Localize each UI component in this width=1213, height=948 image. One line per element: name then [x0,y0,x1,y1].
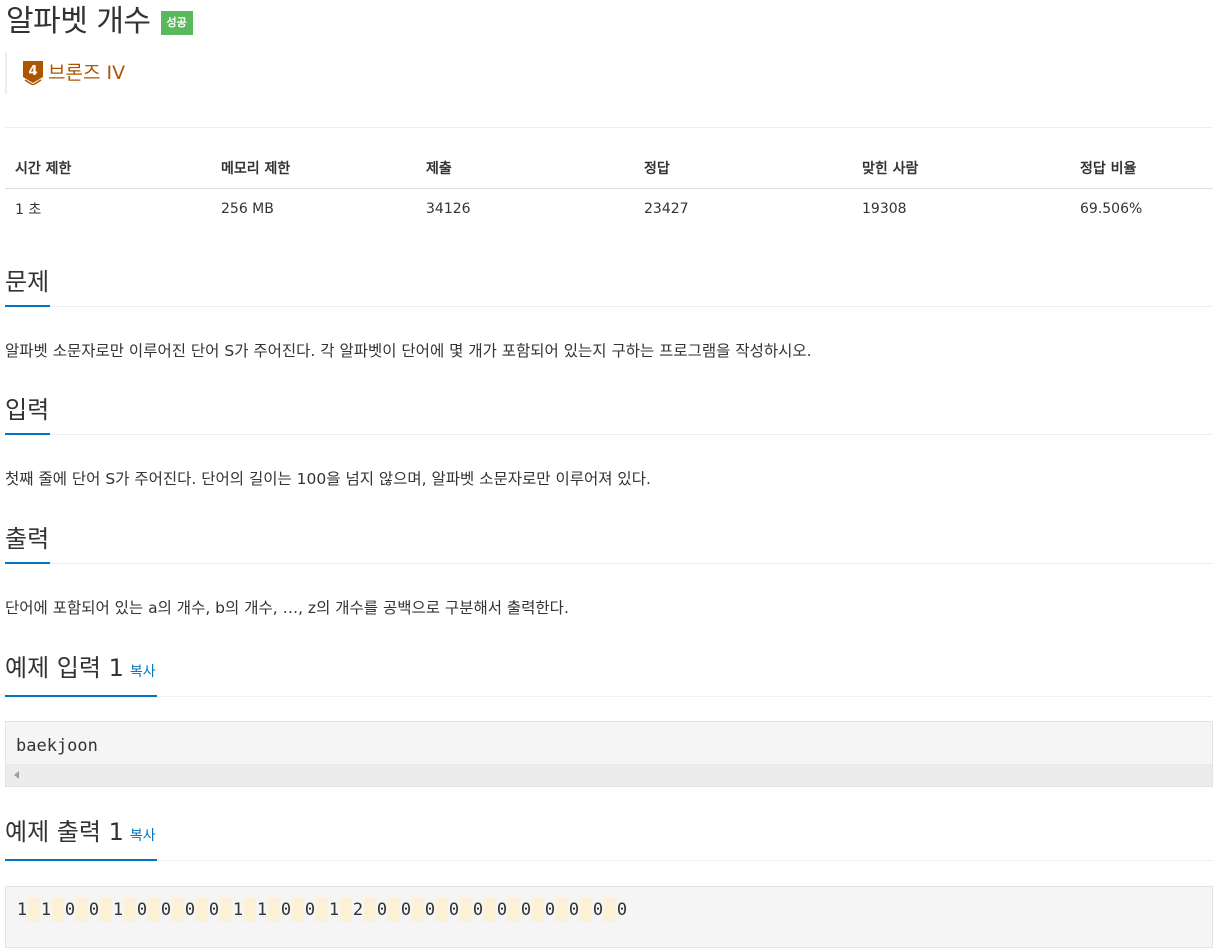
output-char: 0 [88,900,100,920]
sample-input-box[interactable]: baekjoon [5,721,1213,787]
whitespace-marker [484,898,496,922]
whitespace-marker [148,898,160,922]
output-char: 0 [568,900,580,920]
header-time-limit: 시간 제한 [5,148,211,189]
output-char: 0 [496,900,508,920]
whitespace-marker [364,898,376,922]
whitespace-marker [508,898,520,922]
header-accepted: 정답 [634,148,852,189]
copy-sample-input-button[interactable]: 복사 [130,664,156,680]
svg-text:4: 4 [28,64,37,79]
problem-info-table: 시간 제한 메모리 제한 제출 정답 맞힌 사람 정답 비율 1 초 256 M… [5,148,1213,229]
horizontal-scrollbar[interactable] [6,764,1212,786]
whitespace-marker [340,898,352,922]
whitespace-marker [412,898,424,922]
whitespace-marker [220,898,232,922]
bronze-tier-icon: 4 [23,61,43,85]
output-char: 0 [400,900,412,920]
sample-output-text: 1 1 0 0 1 0 0 0 0 1 1 0 0 1 2 0 0 0 0 0 … [6,887,1212,933]
whitespace-marker [388,898,400,922]
output-char: 0 [304,900,316,920]
whitespace-marker [124,898,136,922]
output-char: 0 [160,900,172,920]
submissions-value[interactable]: 34126 [416,189,634,230]
output-char: 1 [232,900,244,920]
whitespace-marker [196,898,208,922]
table-row: 1 초 256 MB 34126 23427 19308 69.506% [5,189,1213,230]
page-title: 알파벳 개수 [6,4,151,39]
output-char: 1 [16,900,28,920]
table-header-row: 시간 제한 메모리 제한 제출 정답 맞힌 사람 정답 비율 [5,148,1213,189]
whitespace-marker [556,898,568,922]
whitespace-marker [580,898,592,922]
sample-output-title-text: 예제 출력 1 [5,818,124,846]
output-char: 0 [616,900,628,920]
tier-box: 4 브론즈 IV [5,52,125,94]
input-description: 첫째 줄에 단어 S가 주어진다. 단어의 길이는 100을 넘지 않으며, 알… [5,470,651,488]
whitespace-marker [76,898,88,922]
input-section-title: 입력 [5,393,51,435]
output-char: 0 [64,900,76,920]
output-char: 0 [520,900,532,920]
output-section-header: 출력 [5,521,1213,564]
output-char: 0 [448,900,460,920]
output-section-title: 출력 [5,522,51,564]
accepted-value[interactable]: 23427 [634,189,852,230]
header-memory-limit: 메모리 제한 [211,148,416,189]
output-char: 0 [592,900,604,920]
sample-input-header: 예제 입력 1 복사 [5,650,1213,697]
result-badge: 성공 [160,11,193,35]
output-char: 1 [112,900,124,920]
input-section-header: 입력 [5,392,1213,435]
header-accept-ratio: 정답 비율 [1070,148,1213,189]
output-description: 단어에 포함되어 있는 a의 개수, b의 개수, …, z의 개수를 공백으로… [5,599,569,617]
output-char: 1 [328,900,340,920]
time-limit-value: 1 초 [15,202,42,218]
whitespace-marker [316,898,328,922]
output-char: 0 [208,900,220,920]
output-char: 2 [352,900,364,920]
output-char: 0 [424,900,436,920]
output-char: 0 [544,900,556,920]
output-char: 0 [280,900,292,920]
whitespace-marker [436,898,448,922]
divider [5,127,1213,128]
sample-output-title: 예제 출력 1 복사 [5,815,157,861]
output-char: 0 [184,900,196,920]
sample-input-title-text: 예제 입력 1 [5,654,124,682]
sample-input-text: baekjoon [16,736,98,756]
whitespace-marker [460,898,472,922]
header-submissions: 제출 [416,148,634,189]
output-char: 1 [256,900,268,920]
whitespace-marker [244,898,256,922]
output-char: 0 [136,900,148,920]
problem-description: 알파벳 소문자로만 이루어진 단어 S가 주어진다. 각 알파벳이 단어에 몇 … [5,342,812,360]
sample-output-box[interactable]: 1 1 0 0 1 0 0 0 0 1 1 0 0 1 2 0 0 0 0 0 … [5,886,1213,948]
whitespace-marker [292,898,304,922]
problem-section-header: 문제 [5,264,1213,307]
copy-sample-output-button[interactable]: 복사 [130,828,156,844]
accept-ratio-value: 69.506% [1080,201,1143,217]
whitespace-marker [100,898,112,922]
problem-section-title: 문제 [5,265,51,307]
sample-input-title: 예제 입력 1 복사 [5,651,157,697]
whitespace-marker [268,898,280,922]
output-char: 0 [376,900,388,920]
output-char: 0 [472,900,484,920]
whitespace-marker [172,898,184,922]
whitespace-marker [532,898,544,922]
whitespace-marker [52,898,64,922]
solved-users-value[interactable]: 19308 [852,189,1070,230]
title-row: 알파벳 개수 성공 [6,2,193,42]
whitespace-marker [28,898,40,922]
whitespace-marker [604,898,616,922]
scroll-left-arrow-icon[interactable] [14,771,19,779]
memory-limit-value: 256 MB [221,201,274,217]
sample-output-header: 예제 출력 1 복사 [5,814,1213,861]
header-solved-users: 맞힌 사람 [852,148,1070,189]
output-char: 1 [40,900,52,920]
tier-link[interactable]: 브론즈 IV [48,61,125,85]
